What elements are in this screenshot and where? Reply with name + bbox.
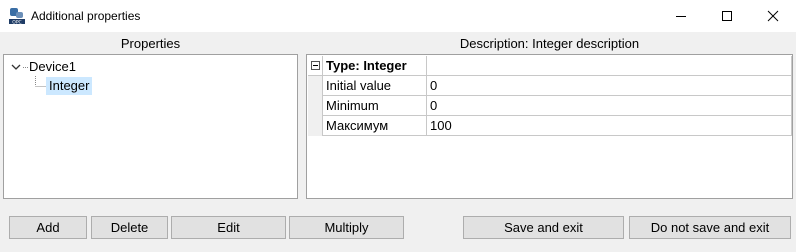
- properties-tree[interactable]: Device1 Integer: [3, 54, 298, 199]
- row-name-maximum: Максимум: [323, 116, 427, 136]
- maximize-icon: [722, 11, 732, 21]
- close-button[interactable]: [750, 0, 796, 32]
- row-name-initial-value: Initial value: [323, 76, 427, 96]
- minimize-button[interactable]: [658, 0, 704, 32]
- group-title: Type: Integer: [323, 56, 427, 76]
- row-value-maximum[interactable]: 100: [427, 116, 792, 136]
- grid-gutter: [308, 76, 323, 136]
- description-header: Description: Integer description: [306, 34, 793, 54]
- row-value-minimum[interactable]: 0: [427, 96, 792, 116]
- chevron-down-icon: [11, 64, 21, 70]
- edit-button[interactable]: Edit: [171, 216, 286, 239]
- add-button[interactable]: Add: [9, 216, 87, 239]
- svg-text:OPC: OPC: [12, 19, 21, 25]
- title-bar: OPC Additional properties: [0, 0, 796, 32]
- opc-app-icon: OPC: [8, 7, 26, 25]
- client-area: Properties Device1 Integer Description: …: [0, 32, 796, 252]
- multiply-button[interactable]: Multiply: [289, 216, 404, 239]
- description-grid[interactable]: Type: Integer Initial value 0 Minimum 0 …: [306, 54, 793, 199]
- window-title: Additional properties: [31, 9, 141, 23]
- row-value-initial-value[interactable]: 0: [427, 76, 792, 96]
- minimize-icon: [676, 16, 686, 17]
- panel-splitter[interactable]: [298, 33, 304, 199]
- close-icon: [767, 10, 779, 22]
- do-not-save-and-exit-button[interactable]: Do not save and exit: [629, 216, 791, 239]
- tree-node-device1[interactable]: Device1: [29, 58, 76, 76]
- collapse-toggle[interactable]: [308, 56, 323, 76]
- save-and-exit-button[interactable]: Save and exit: [463, 216, 624, 239]
- collapse-minus-icon: [310, 61, 320, 70]
- maximize-button[interactable]: [704, 0, 750, 32]
- group-title-value: [427, 56, 792, 76]
- properties-header: Properties: [3, 34, 298, 54]
- row-name-minimum: Minimum: [323, 96, 427, 116]
- tree-node-integer[interactable]: Integer: [46, 77, 93, 95]
- delete-button[interactable]: Delete: [91, 216, 168, 239]
- tree-expand-toggle[interactable]: [11, 58, 23, 76]
